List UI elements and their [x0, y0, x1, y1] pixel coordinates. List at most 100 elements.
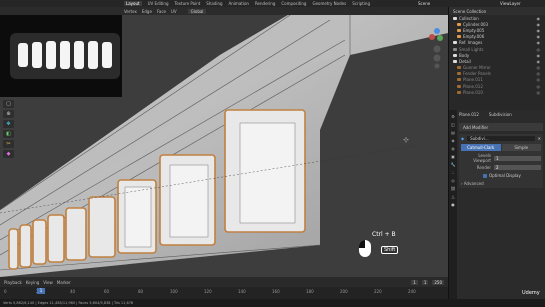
navigation-gizmo[interactable] [428, 25, 446, 69]
output-tab-icon[interactable]: ▤ [451, 130, 455, 135]
levels-viewport-row: Levels Viewport 1 [461, 153, 541, 163]
mouse-left-click-icon [359, 240, 371, 257]
menu-uv[interactable]: UV [171, 9, 177, 14]
knife-tool-icon[interactable]: ✂ [3, 140, 14, 148]
timeline-view[interactable]: View [43, 280, 53, 285]
simple-button[interactable]: Simple [501, 144, 541, 151]
shrink-tool-icon[interactable]: ◆ [3, 150, 14, 158]
tab-texture-paint[interactable]: Texture Paint [174, 1, 200, 6]
tool-tab-icon[interactable]: ⚙ [451, 114, 455, 119]
eye-icon[interactable]: ◉ [537, 22, 541, 27]
properties-panel: ⚙ ◫ ▤ ◈ ◍ ▣ 🔧 ∴ ◎ ⛓ △ ● Plane.012 Subdiv… [448, 110, 545, 303]
ruler-tick: 160 [272, 289, 280, 294]
ruler-tick: 80 [138, 289, 144, 294]
outliner-row-label: Empty.006 [463, 34, 485, 40]
eye-icon[interactable]: ◉ [537, 59, 541, 64]
transform-orientation[interactable]: Global [187, 8, 207, 14]
toolbar: ▢ ⊕ ✥ ◧ ✂ ◆ [3, 100, 15, 158]
eye-icon[interactable]: ◉ [537, 28, 541, 33]
tab-layout[interactable]: Layout [124, 1, 142, 6]
modifier-name-field[interactable]: Subdivi... [467, 136, 535, 141]
timeline-ruler[interactable]: 0 20 40 60 80 100 120 140 160 180 200 22… [0, 287, 448, 299]
outliner-row-label: Plane.012 [463, 83, 483, 89]
levels-viewport-field[interactable]: 1 [494, 155, 541, 161]
collection-icon [453, 53, 457, 57]
current-frame-field[interactable]: 1 [411, 279, 418, 285]
eye-icon[interactable]: ◎ [537, 90, 541, 95]
eye-icon[interactable]: ◉ [537, 16, 541, 21]
eye-icon[interactable]: ◎ [537, 47, 541, 52]
timeline-marker[interactable]: Marker [57, 280, 71, 285]
eye-icon[interactable]: ◎ [537, 84, 541, 89]
tab-rendering[interactable]: Rendering [255, 1, 275, 6]
optimal-display-label: Optimal Display [489, 173, 521, 178]
tab-compositing[interactable]: Compositing [281, 1, 306, 6]
tab-scripting[interactable]: Scripting [352, 1, 370, 6]
render-tab-icon[interactable]: ◫ [451, 122, 455, 127]
viewport-header: Vertex Edge Face UV Global [0, 7, 448, 15]
eye-icon[interactable]: ◉ [537, 53, 541, 58]
data-tab-icon[interactable]: △ [451, 194, 454, 199]
eye-icon[interactable]: ◉ [537, 34, 541, 39]
tab-animation[interactable]: Animation [229, 1, 249, 6]
cursor-tool-icon[interactable]: ⊕ [3, 110, 14, 118]
optimal-display-row[interactable]: Optimal Display [461, 173, 541, 178]
outliner-row-label: Collection [459, 15, 479, 21]
ruler-tick: 40 [70, 289, 76, 294]
playhead[interactable]: 1 [37, 288, 45, 294]
ruler-tick: 60 [104, 289, 110, 294]
mesh-icon [457, 84, 461, 88]
eye-icon[interactable]: ◎ [537, 65, 541, 70]
chevron-right-icon: › [461, 181, 463, 186]
tab-uv-editing[interactable]: UV Editing [148, 1, 169, 6]
render-levels-label: Render [476, 165, 491, 170]
physics-tab-icon[interactable]: ◎ [451, 178, 455, 183]
outliner-row[interactable]: Plane.010 ◎ [449, 89, 545, 95]
object-tab-icon[interactable]: ▣ [451, 154, 455, 159]
mesh-icon [457, 90, 461, 94]
select-tool-icon[interactable]: ▢ [3, 100, 14, 108]
optimal-display-checkbox[interactable] [483, 173, 487, 178]
particles-tab-icon[interactable]: ∴ [452, 170, 455, 175]
modifier-header: ◆ Subdivi... ✕ [461, 136, 541, 141]
move-tool-icon[interactable]: ✥ [3, 120, 14, 128]
menu-face[interactable]: Face [157, 9, 166, 14]
empty-icon [457, 35, 461, 39]
render-levels-field[interactable]: 2 [494, 165, 541, 170]
scene-tab-icon[interactable]: ◈ [451, 138, 454, 143]
outliner-row-label: Ref. Images [459, 40, 483, 46]
top-workspace-bar: Layout UV Editing Texture Paint Shading … [0, 0, 545, 7]
menu-edge[interactable]: Edge [142, 9, 152, 14]
wrench-icon: ◆ [461, 136, 465, 141]
render-levels-row: Render 2 [461, 165, 541, 170]
eye-icon[interactable]: ◎ [537, 77, 541, 82]
crosshair-cursor-icon: ⊹ [403, 136, 409, 144]
scene-selector[interactable]: Scene [418, 1, 430, 6]
eye-icon[interactable]: ◎ [537, 71, 541, 76]
world-tab-icon[interactable]: ◍ [451, 146, 455, 151]
outliner-panel: Scene Collection Collection ◉ Cylinder.00… [448, 7, 545, 110]
view-layer-selector[interactable]: ViewLayer [500, 1, 521, 6]
extrude-tool-icon[interactable]: ◧ [3, 130, 14, 138]
shortcut-overlay: Ctrl + B [372, 231, 396, 238]
timeline-playback[interactable]: Playback [4, 280, 22, 285]
eye-icon[interactable]: ◉ [537, 40, 541, 45]
constraints-tab-icon[interactable]: ⛓ [450, 186, 455, 191]
end-frame-field[interactable]: 250 [432, 279, 444, 285]
advanced-section[interactable]: › Advanced [461, 181, 541, 186]
start-frame-field[interactable]: 1 [421, 279, 429, 285]
timeline-header: Playback Keying View Marker 1 1 250 [0, 277, 448, 287]
ruler-tick: 180 [306, 289, 314, 294]
menu-vertex[interactable]: Vertex [124, 9, 137, 14]
catmull-clark-button[interactable]: Catmull-Clark [461, 144, 501, 151]
ruler-tick: 220 [374, 289, 382, 294]
modifier-tab-icon[interactable]: 🔧 [451, 162, 456, 167]
material-tab-icon[interactable]: ● [451, 202, 455, 207]
outliner-row-label: Plane.011 [463, 77, 483, 83]
add-modifier-button[interactable]: Add Modifier [459, 123, 543, 131]
timeline-keying[interactable]: Keying [26, 280, 39, 285]
tab-shading[interactable]: Shading [206, 1, 222, 6]
ruler-tick: 120 [204, 289, 212, 294]
close-icon[interactable]: ✕ [538, 136, 541, 141]
tab-geometry-nodes[interactable]: Geometry Nodes [312, 1, 346, 6]
